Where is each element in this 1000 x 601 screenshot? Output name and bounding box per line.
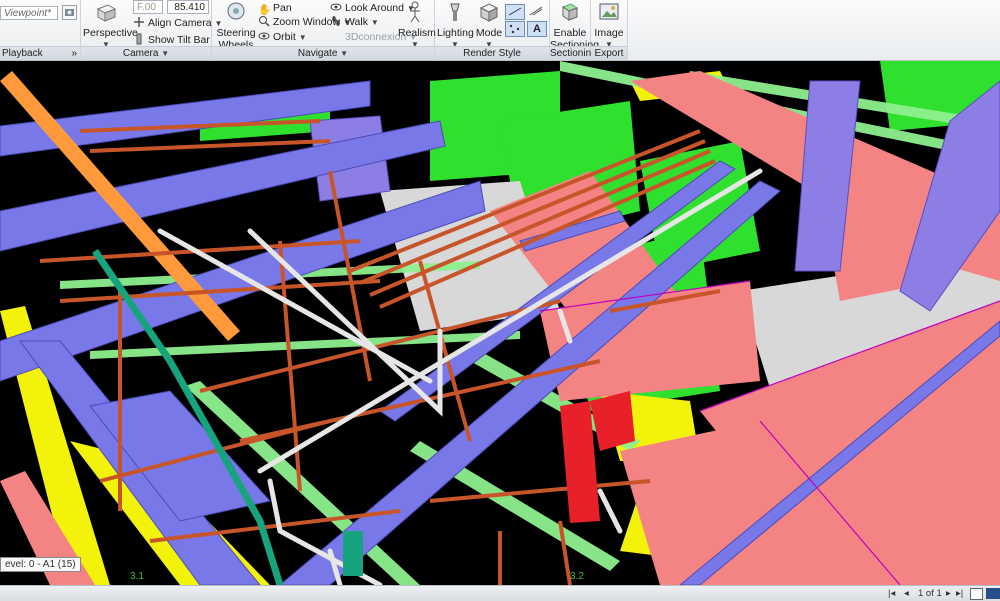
last-page-icon[interactable]: ▸|: [956, 586, 963, 601]
render-style-panel: Lighting ▼ Mode ▼ A Render Style: [435, 0, 550, 60]
lighting-label: Lighting: [437, 27, 474, 39]
playback-panel: Viewpoint* Playback»: [0, 0, 81, 60]
steering-wheels-button[interactable]: Steering Wheels: [216, 1, 256, 51]
panel-expand-icon: »: [71, 48, 77, 59]
next-page-icon[interactable]: ▸: [946, 586, 951, 601]
viewpoint-select[interactable]: Viewpoint*: [0, 6, 58, 20]
grid-label-31: 3.1: [130, 571, 144, 582]
walk-button[interactable]: Walk ▼: [330, 15, 379, 29]
orbit-icon: [258, 30, 270, 42]
teal-valve: [343, 531, 363, 576]
mode-label: Mode: [475, 27, 503, 39]
previous-page-icon[interactable]: ◂: [904, 586, 909, 601]
mode-button[interactable]: Mode ▼: [475, 1, 503, 51]
image-icon: [599, 3, 619, 20]
tilt-bar-icon: [133, 33, 145, 45]
orbit-button[interactable]: Orbit ▼: [258, 30, 307, 44]
flashlight-icon: [450, 3, 460, 21]
camera-panel: Perspective ▼ F.00 85.410 Align Camera ▼…: [81, 0, 222, 60]
hand-icon: ✋: [258, 4, 272, 16]
navigate-panel-title[interactable]: Navigate ▼: [212, 46, 434, 60]
performance-indicator-icon: [986, 588, 1000, 599]
render-style-panel-title[interactable]: Render Style: [435, 46, 549, 60]
footprints-icon: [330, 15, 342, 27]
playback-panel-title[interactable]: Playback»: [0, 46, 80, 60]
sheet-browser-icon[interactable]: [970, 588, 983, 600]
image-label: Image: [594, 27, 624, 39]
text-a-icon: A: [533, 23, 541, 35]
align-camera-button[interactable]: Align Camera ▼: [133, 16, 222, 30]
level-indicator: evel: 0 - A1 (15): [0, 557, 81, 572]
lines-icon: [529, 6, 543, 16]
person-icon: [410, 1, 420, 23]
camera-panel-title[interactable]: Camera ▼: [81, 46, 211, 60]
surfaces-toggle[interactable]: [505, 4, 525, 20]
camera-field[interactable]: F.00: [133, 0, 163, 14]
steering-wheel-icon: [227, 2, 245, 20]
sectioning-panel-title[interactable]: Sectioning: [550, 46, 597, 60]
sectioning-panel: Enable Sectioning Sectioning: [550, 0, 599, 60]
export-image-button[interactable]: Image ▼: [591, 1, 627, 51]
eye-icon: [330, 1, 342, 13]
lighting-button[interactable]: Lighting ▼: [437, 1, 474, 51]
perspective-label: Perspective: [83, 27, 138, 39]
status-bar: |◂ ◂ 1 of 1 ▸ ▸|: [0, 585, 1000, 601]
realism-button[interactable]: Realism ▼: [398, 1, 436, 51]
zoom-icon: [258, 15, 270, 27]
show-tilt-bar-button[interactable]: Show Tilt Bar: [133, 33, 210, 47]
camera-value-field[interactable]: 85.410: [167, 0, 209, 14]
lines-toggle[interactable]: [527, 4, 545, 18]
page-indicator: 1 of 1: [918, 588, 942, 599]
pan-button[interactable]: ✋ Pan: [258, 1, 292, 16]
navigate-panel: Steering Wheels ✋ Pan Zoom Window ▼ Orbit…: [212, 0, 436, 60]
display-toggle-group: A: [505, 4, 547, 37]
bim-model-scene[interactable]: [0, 61, 1000, 585]
3d-viewport[interactable]: evel: 0 - A1 (15) 3.1 3.2: [0, 61, 1000, 585]
perspective-cube-icon: [96, 4, 117, 22]
points-icon: [509, 24, 520, 34]
points-toggle[interactable]: [505, 21, 525, 37]
surfaces-icon: [508, 7, 522, 16]
shaded-cube-icon: [479, 3, 499, 22]
perspective-button[interactable]: Perspective ▼: [83, 1, 138, 51]
export-panel-title[interactable]: Export: [591, 46, 627, 60]
realism-label: Realism: [398, 27, 436, 39]
enable-sectioning-button[interactable]: Enable Sectioning: [550, 1, 599, 51]
section-plane-icon: [561, 3, 579, 21]
record-viewpoint-icon[interactable]: [62, 5, 77, 20]
text-toggle[interactable]: A: [527, 21, 547, 37]
align-camera-icon: [133, 16, 145, 28]
export-panel: Image ▼ Export: [591, 0, 628, 60]
first-page-icon[interactable]: |◂: [888, 586, 895, 601]
ribbon: Viewpoint* Playback» Perspective ▼ F.00 …: [0, 0, 1000, 61]
grid-label-32: 3.2: [570, 571, 584, 582]
